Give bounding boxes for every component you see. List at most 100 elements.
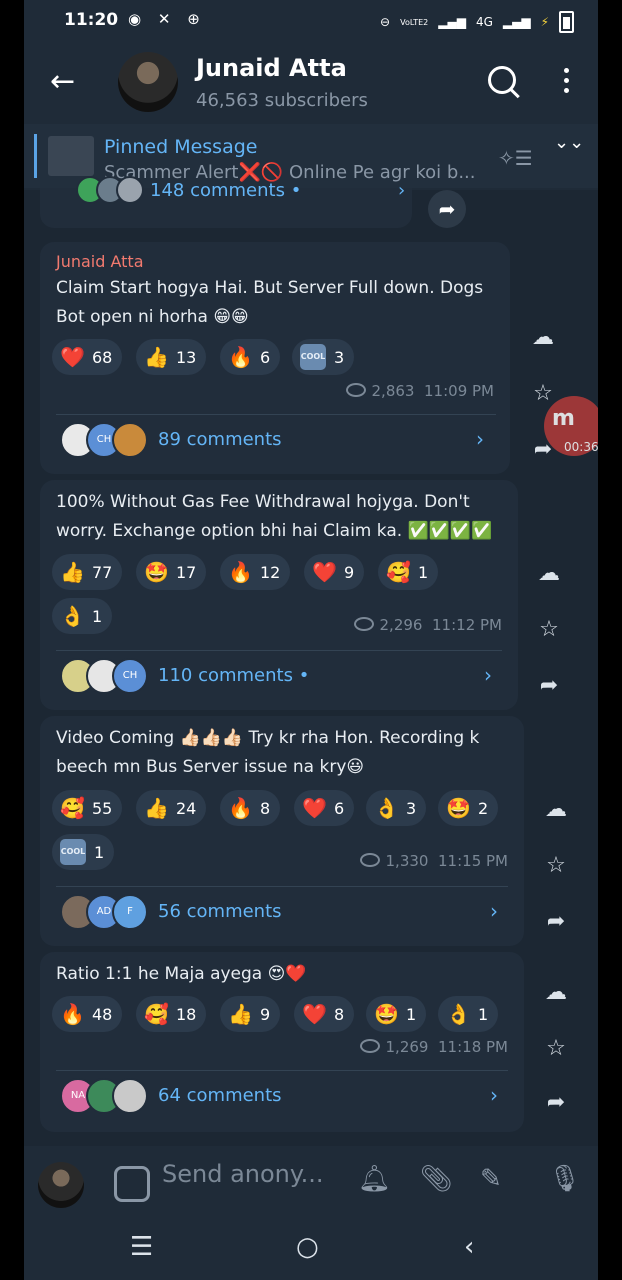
divider <box>56 886 508 887</box>
reaction-ok-hand[interactable]: 👌 1 <box>52 598 113 634</box>
channel-post: Video Coming 👍🏻👍🏻👍🏻 Try kr rha Hon. Reco… <box>40 716 524 946</box>
share-icon[interactable]: ➦ <box>428 190 466 228</box>
comment-avatars <box>76 176 144 210</box>
pinned-list-icon[interactable]: ✧☰ <box>498 146 533 170</box>
cool-icon: COOL <box>300 344 326 370</box>
cool-icon: COOL <box>60 839 86 865</box>
channel-header: ← Junaid Atta 46,563 subscribers <box>24 42 598 122</box>
microphone-icon[interactable]: 🎙︎ <box>548 1164 581 1194</box>
signal-icon-2: ▂▄▆ <box>502 15 531 29</box>
battery-icon <box>559 11 574 33</box>
comments-link[interactable]: 148 comments • <box>150 180 301 201</box>
back-arrow-icon[interactable]: ← <box>50 64 75 99</box>
post-meta: 1,269 11:18 PM <box>359 1038 508 1056</box>
comments-link[interactable]: 89 comments <box>158 429 282 450</box>
post-meta: 2,863 11:09 PM <box>345 382 494 400</box>
subscriber-count: 46,563 subscribers <box>196 90 368 111</box>
post-text: Claim Start hogya Hai. But Server Full d… <box>56 278 484 327</box>
comments-link[interactable]: 64 comments <box>158 1085 282 1106</box>
pinned-title: Pinned Message <box>104 136 258 158</box>
post-author[interactable]: Junaid Atta <box>56 252 144 271</box>
channel-post: 100% Without Gas Fee Withdrawal hojyga. … <box>40 480 518 710</box>
reaction-thumbs-up[interactable]: 👍 9 <box>220 996 281 1032</box>
system-nav-bar: ☰ ○ ‹ <box>24 1218 598 1280</box>
message-input[interactable]: Send anony... <box>162 1160 324 1188</box>
chevron-right-icon[interactable]: › <box>484 663 492 687</box>
recents-icon[interactable]: ☰ <box>130 1232 153 1262</box>
channel-title[interactable]: Junaid Atta <box>196 54 347 82</box>
signal-icon: ▂▄▆ <box>438 15 466 29</box>
reaction-star-struck[interactable]: 🤩 2 <box>438 790 499 826</box>
charging-icon: ⚡ <box>540 15 549 29</box>
dnd-icon: ⊖ <box>380 15 391 29</box>
search-icon[interactable] <box>488 66 516 94</box>
star-icon[interactable]: ☆ <box>541 1036 571 1061</box>
reaction-heart[interactable]: ❤️ 8 <box>294 996 355 1032</box>
sticker-icon[interactable]: ✎ <box>480 1164 502 1194</box>
home-icon[interactable]: ○ <box>296 1232 319 1262</box>
send-as-avatar[interactable] <box>38 1162 84 1208</box>
post-text: Ratio 1:1 he Maja ayega 😍❤️ <box>56 964 307 984</box>
cloud-icon[interactable]: ☁ <box>528 325 558 350</box>
cloud-icon[interactable]: ☁ <box>541 980 571 1005</box>
reaction-thumbs-up[interactable]: 👍 13 <box>136 339 207 375</box>
views-icon <box>345 382 366 397</box>
comments-link[interactable]: 110 comments • <box>158 665 309 686</box>
reaction-heart[interactable]: ❤️ 68 <box>52 339 123 375</box>
chevron-right-icon[interactable]: › <box>398 180 405 201</box>
reaction-smiling-hearts[interactable]: 🥰 1 <box>378 554 439 590</box>
star-icon[interactable]: ☆ <box>534 617 564 642</box>
reaction-thumbs-up[interactable]: 👍 77 <box>52 554 123 590</box>
divider <box>56 414 496 415</box>
reaction-star-struck[interactable]: 🤩 17 <box>136 554 207 590</box>
notification-icons: ◉ ✕ ⊕ <box>128 10 206 28</box>
reaction-thumbs-up[interactable]: 👍 24 <box>136 790 207 826</box>
share-icon[interactable]: ➦ <box>541 1090 571 1115</box>
reaction-fire[interactable]: 🔥 8 <box>220 790 281 826</box>
pinned-indicator <box>34 134 37 178</box>
views-icon <box>353 616 374 631</box>
divider <box>56 1070 508 1071</box>
status-time: 11:20 <box>64 10 119 30</box>
share-icon[interactable]: ➦ <box>534 673 564 698</box>
star-icon[interactable]: ☆ <box>541 853 571 878</box>
recorder-logo: m <box>552 406 575 431</box>
status-bar: 11:20 ◉ ✕ ⊕ ⊖ VoLTE2 ▂▄▆ 4G ▂▄▆ ⚡ <box>24 0 598 42</box>
chevron-right-icon[interactable]: › <box>490 899 498 923</box>
recorder-time: 00:36 <box>564 440 598 454</box>
channel-post: Ratio 1:1 he Maja ayega 😍❤️ 🔥 48 🥰 18 👍 9 ❤… <box>40 952 524 1132</box>
comments-link[interactable]: 56 comments <box>158 901 282 922</box>
reaction-ok-hand[interactable]: 👌 1 <box>438 996 499 1032</box>
views-icon <box>359 1038 380 1053</box>
emoji-icon[interactable] <box>114 1166 150 1202</box>
volte-label: VoLTE2 <box>400 17 429 27</box>
message-composer: Send anony... 🔔︎ 📎︎ ✎ 🎙︎ <box>24 1146 598 1218</box>
attach-icon[interactable]: 📎︎ <box>420 1164 453 1194</box>
bell-icon[interactable]: 🔔︎ <box>358 1164 391 1194</box>
reaction-heart[interactable]: ❤️ 6 <box>294 790 355 826</box>
share-icon[interactable]: ➦ <box>541 909 571 934</box>
reaction-heart[interactable]: ❤️ 9 <box>304 554 365 590</box>
screen-recorder-overlay[interactable]: m 00:36 <box>544 396 598 456</box>
cloud-icon[interactable]: ☁ <box>534 561 564 586</box>
chevron-down-icon[interactable]: ⌄⌄ <box>554 132 584 153</box>
reaction-fire[interactable]: 🔥 6 <box>220 339 281 375</box>
reaction-smiling-hearts[interactable]: 🥰 18 <box>136 996 207 1032</box>
post-text: Video Coming 👍🏻👍🏻👍🏻 Try kr rha Hon. Reco… <box>56 728 480 777</box>
back-icon[interactable]: ‹ <box>464 1232 474 1262</box>
previous-post-footer[interactable]: 148 comments • › <box>40 176 412 228</box>
reaction-cool[interactable]: COOL 3 <box>292 339 355 375</box>
more-menu-icon[interactable] <box>564 68 570 98</box>
reaction-cool[interactable]: COOL 1 <box>52 834 115 870</box>
channel-avatar[interactable] <box>118 52 178 112</box>
reaction-fire[interactable]: 🔥 48 <box>52 996 123 1032</box>
reaction-ok-hand[interactable]: 👌 3 <box>366 790 427 826</box>
chevron-right-icon[interactable]: › <box>490 1083 498 1107</box>
reaction-smiling-hearts[interactable]: 🥰 55 <box>52 790 123 826</box>
status-right-icons: ⊖ VoLTE2 ▂▄▆ 4G ▂▄▆ ⚡ <box>380 11 574 33</box>
chevron-right-icon[interactable]: › <box>476 427 484 451</box>
pinned-thumbnail <box>48 136 94 176</box>
reaction-fire[interactable]: 🔥 12 <box>220 554 291 590</box>
cloud-icon[interactable]: ☁ <box>541 797 571 822</box>
reaction-star-struck[interactable]: 🤩 1 <box>366 996 427 1032</box>
